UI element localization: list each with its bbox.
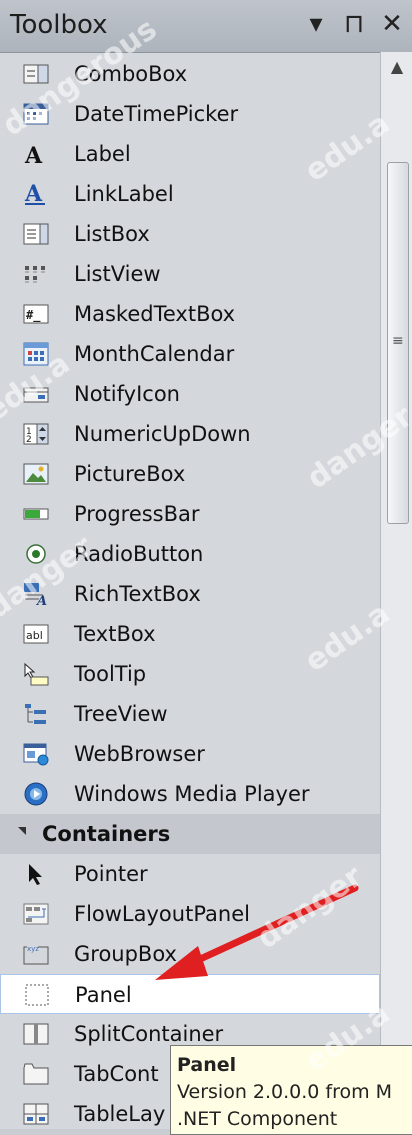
treeview-icon	[22, 701, 50, 727]
vertical-scrollbar[interactable]: ▲ ≡	[380, 52, 412, 1129]
toolbox-item-label: LinkLabel	[74, 182, 174, 206]
toolbox-item-combobox[interactable]: ComboBox	[0, 54, 380, 94]
toolbox-item-label: Label	[74, 142, 131, 166]
numericupdown-icon: 12	[22, 421, 50, 447]
svg-text:A: A	[35, 594, 47, 606]
tooltip-popup: Panel Version 2.0.0.0 from M .NET Compon…	[170, 1045, 412, 1135]
toolbox-item-listview[interactable]: ListView	[0, 254, 380, 294]
toolbox-item-label: WebBrowser	[74, 742, 205, 766]
toolbox-item-picturebox[interactable]: PictureBox	[0, 454, 380, 494]
toolbox-item-label: FlowLayoutPanel	[74, 902, 250, 926]
mediaplayer-icon	[22, 781, 50, 807]
tooltip-icon	[22, 661, 50, 687]
svg-text:xyz: xyz	[27, 945, 39, 953]
panel-icon	[23, 982, 51, 1008]
tablelayout-icon	[22, 1101, 50, 1127]
radiobutton-icon	[22, 541, 50, 567]
scrollbar-thumb[interactable]: ≡	[387, 162, 409, 524]
svg-text:A: A	[24, 143, 43, 166]
toolbox-item-maskedtextbox[interactable]: #_ MaskedTextBox	[0, 294, 380, 334]
toolbox-item-label: ToolTip	[74, 662, 147, 686]
collapse-triangle-icon[interactable]	[18, 827, 26, 835]
toolbox-item-label: Pointer	[74, 862, 148, 886]
picturebox-icon	[22, 461, 50, 487]
toolbox-list: ComboBox DateTimePicker A Label A LinkLa…	[0, 52, 380, 1129]
flowlayoutpanel-icon	[22, 901, 50, 927]
calendar-icon	[22, 101, 50, 127]
toolbox-item-label: ProgressBar	[74, 502, 200, 526]
close-icon[interactable]: ✕	[376, 6, 408, 42]
listview-icon	[22, 261, 50, 287]
combobox-icon	[22, 61, 50, 87]
tooltip-version: Version 2.0.0.0 from M	[177, 1081, 393, 1103]
label-icon: A	[22, 141, 50, 167]
toolbox-item-label: RichTextBox	[74, 582, 201, 606]
grip-icon: ≡	[392, 333, 404, 349]
toolbox-item-numericupdown[interactable]: 12 NumericUpDown	[0, 414, 380, 454]
toolbox-item-flowlayoutpanel[interactable]: FlowLayoutPanel	[0, 894, 380, 934]
toolbox-item-label: ListBox	[74, 222, 150, 246]
groupbox-icon: xyz	[22, 941, 50, 967]
maskedtextbox-icon: #_	[22, 301, 50, 327]
toolbox-item-pointer[interactable]: Pointer	[0, 854, 380, 894]
toolbox-item-panel[interactable]: Panel	[0, 974, 380, 1014]
toolbox-item-label[interactable]: A Label	[0, 134, 380, 174]
toolbox-item-label: RadioButton	[74, 542, 204, 566]
toolbox-item-datetimepicker[interactable]: DateTimePicker	[0, 94, 380, 134]
toolbox-item-textbox[interactable]: abl TextBox	[0, 614, 380, 654]
toolbox-item-label: TableLay	[74, 1102, 166, 1126]
toolbox-item-richtextbox[interactable]: A RichTextBox	[0, 574, 380, 614]
toolbox-panel: Toolbox ▾ ⊓ ✕ ComboBox DateTimePicker A …	[0, 0, 412, 1135]
toolbox-item-label: NumericUpDown	[74, 422, 251, 446]
toolbox-item-label: NotifyIcon	[74, 382, 180, 406]
pin-icon[interactable]: ⊓	[338, 6, 370, 42]
toolbox-item-radiobutton[interactable]: RadioButton	[0, 534, 380, 574]
toolbox-item-label: TreeView	[74, 702, 168, 726]
toolbox-item-webbrowser[interactable]: WebBrowser	[0, 734, 380, 774]
toolbox-item-groupbox[interactable]: xyz GroupBox	[0, 934, 380, 974]
toolbox-item-label: TabCont	[74, 1062, 159, 1086]
section-header-containers[interactable]: Containers	[0, 814, 380, 854]
toolbox-item-label: TextBox	[74, 622, 156, 646]
toolbox-item-tooltip[interactable]: ToolTip	[0, 654, 380, 694]
toolbox-item-label: Panel	[75, 983, 132, 1007]
svg-text:#_: #_	[26, 308, 41, 323]
toolbox-item-monthcalendar[interactable]: MonthCalendar	[0, 334, 380, 374]
splitcontainer-icon	[22, 1021, 50, 1047]
toolbox-item-progressbar[interactable]: ProgressBar	[0, 494, 380, 534]
tooltip-title: Panel	[177, 1054, 237, 1076]
monthcalendar-icon	[22, 341, 50, 367]
toolbox-item-windows-media-player[interactable]: Windows Media Player	[0, 774, 380, 814]
richtextbox-icon: A	[22, 581, 50, 607]
linklabel-icon: A	[22, 181, 50, 207]
toolbox-item-listbox[interactable]: ListBox	[0, 214, 380, 254]
section-label: Containers	[42, 822, 171, 846]
toolbox-title: Toolbox	[10, 10, 108, 40]
toolbox-item-label: PictureBox	[74, 462, 186, 486]
toolbox-item-treeview[interactable]: TreeView	[0, 694, 380, 734]
dropdown-arrow-icon[interactable]: ▾	[300, 6, 332, 42]
toolbox-item-notifyicon[interactable]: NotifyIcon	[0, 374, 380, 414]
toolbox-item-label: Windows Media Player	[74, 782, 310, 806]
toolbox-item-label: MaskedTextBox	[74, 302, 236, 326]
notifyicon-icon	[22, 381, 50, 407]
toolbox-item-label: DateTimePicker	[74, 102, 239, 126]
toolbox-item-label: ListView	[74, 262, 161, 286]
toolbox-item-label: MonthCalendar	[74, 342, 235, 366]
progressbar-icon	[22, 501, 50, 527]
toolbox-item-label: ComboBox	[74, 62, 188, 86]
listbox-icon	[22, 221, 50, 247]
pointer-icon	[22, 861, 50, 887]
svg-text:A: A	[24, 182, 43, 206]
tabcontrol-icon	[22, 1061, 50, 1087]
toolbox-title-bar: Toolbox ▾ ⊓ ✕	[0, 0, 412, 53]
toolbox-item-linklabel[interactable]: A LinkLabel	[0, 174, 380, 214]
svg-text:2: 2	[26, 435, 32, 445]
toolbox-item-label: GroupBox	[74, 942, 177, 966]
webbrowser-icon	[22, 741, 50, 767]
scroll-up-arrow-icon[interactable]: ▲	[381, 54, 412, 80]
textbox-icon: abl	[22, 621, 50, 647]
svg-text:abl: abl	[26, 629, 43, 642]
